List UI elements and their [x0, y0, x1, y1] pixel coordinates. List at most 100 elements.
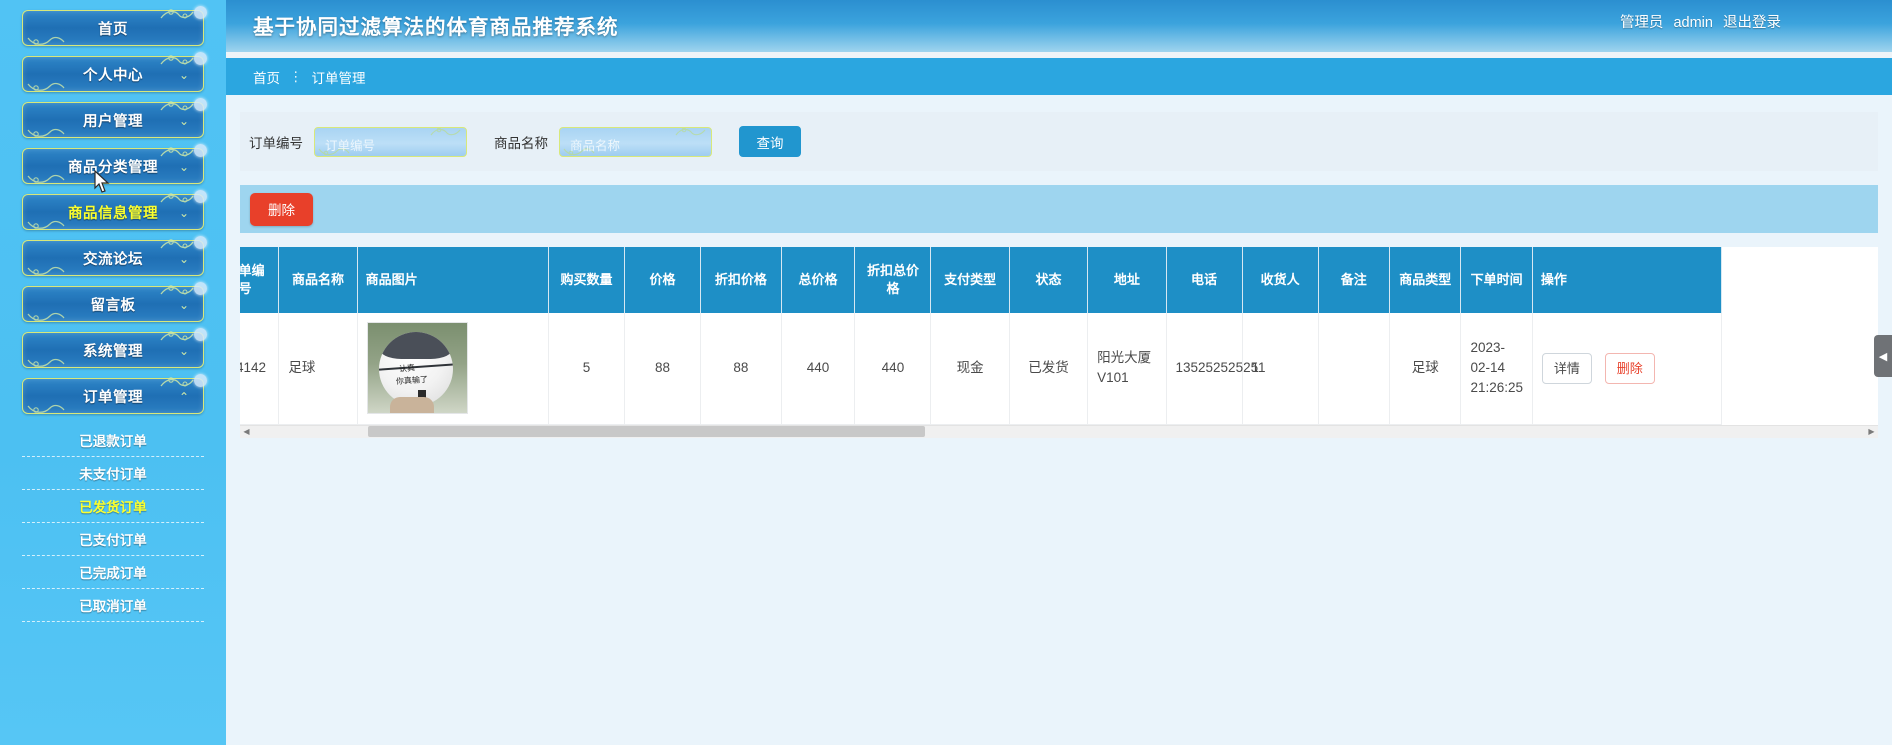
submenu-item-label: 已退款订单: [79, 434, 147, 449]
submenu-item-label: 已完成订单: [79, 566, 147, 581]
col-price[interactable]: 价格: [624, 247, 702, 313]
page-title: 基于协同过滤算法的体育商品推荐系统: [253, 16, 619, 39]
breadcrumb-current: 订单管理: [311, 70, 366, 86]
vine-ornament-icon: [160, 9, 194, 19]
user-info: 管理员 admin 退出登录: [1614, 11, 1781, 32]
sidebar-item-user-management[interactable]: 用户管理 ⌄: [22, 98, 207, 138]
col-remark[interactable]: 备注: [1318, 247, 1391, 313]
submenu-item-shipped-orders[interactable]: 已发货订单: [22, 490, 204, 523]
cell-order-no: 214142: [240, 313, 280, 425]
menu-knob: [194, 52, 207, 65]
submenu-item-label: 已取消订单: [79, 599, 147, 614]
breadcrumb-separator-icon: ⋮: [289, 68, 303, 84]
col-pay-type[interactable]: 支付类型: [930, 247, 1010, 313]
sidebar-item-label: 用户管理: [83, 113, 143, 130]
scrollbar-thumb[interactable]: [368, 426, 925, 437]
submenu-item-paid-orders[interactable]: 已支付订单: [22, 523, 204, 556]
submenu-item-refunded-orders[interactable]: 已退款订单: [22, 424, 204, 457]
col-address[interactable]: 地址: [1087, 247, 1167, 313]
cell-goods-image: 认真 你真输了: [357, 313, 549, 425]
scroll-right-arrow-icon[interactable]: ▶: [1865, 427, 1878, 436]
logout-link[interactable]: 退出登录: [1723, 15, 1781, 31]
table-scroll-viewport: 订单编号 商品名称 商品图片 购买数量 价格 折扣价格 总价格 折扣总价格 支付…: [240, 247, 1878, 425]
cell-consignee: 11: [1242, 313, 1319, 425]
delete-button[interactable]: 删除: [250, 192, 313, 226]
breadcrumb-home[interactable]: 首页: [253, 67, 280, 87]
col-operations[interactable]: 操作: [1532, 247, 1723, 313]
col-consignee[interactable]: 收货人: [1242, 247, 1319, 313]
sidebar-item-goods-category-management[interactable]: 商品分类管理 ⌄: [22, 144, 207, 184]
content-area: 订单编号 订单编号 商品名称 商品名称 查询 删除 单编号 商品名称 商品图片 …: [226, 95, 1892, 745]
cell-remark: [1318, 313, 1391, 425]
cell-total-price: 440: [781, 313, 856, 425]
col-goods-image[interactable]: 商品图片: [357, 247, 549, 313]
vine-ornament-icon: [27, 82, 65, 91]
ball-seam: [378, 363, 453, 372]
sidebar-item-label: 系统管理: [83, 343, 143, 360]
menu-knob: [194, 282, 207, 295]
sidebar-item-label: 订单管理: [83, 389, 143, 406]
scroll-left-arrow-icon[interactable]: ◀: [240, 427, 253, 436]
col-order-no[interactable]: 订单编号: [240, 247, 280, 313]
row-delete-button[interactable]: 删除: [1604, 352, 1655, 384]
orders-table: 订单编号 商品名称 商品图片 购买数量 价格 折扣价格 总价格 折扣总价格 支付…: [240, 247, 1723, 425]
basketball-photo[interactable]: 认真 你真输了: [366, 322, 468, 415]
col-total-price[interactable]: 总价格: [781, 247, 856, 313]
table-header-row: 订单编号 商品名称 商品图片 购买数量 价格 折扣价格 总价格 折扣总价格 支付…: [240, 247, 1723, 313]
vine-ornament-icon: [160, 331, 194, 341]
menu-knob: [194, 144, 207, 157]
vine-ornament-icon: [160, 239, 194, 249]
vine-ornament-icon: [27, 312, 65, 321]
horizontal-scrollbar[interactable]: ◀ ▶: [240, 424, 1878, 438]
sidebar-item-message-board[interactable]: 留言板 ⌄: [22, 282, 207, 322]
col-status[interactable]: 状态: [1009, 247, 1089, 313]
vine-ornament-icon: [160, 147, 194, 157]
submenu-item-cancelled-orders[interactable]: 已取消订单: [22, 589, 204, 622]
sidebar-item-goods-info-management[interactable]: 商品信息管理 ⌄: [22, 190, 207, 230]
menu-knob: [194, 190, 207, 203]
goods-name-input[interactable]: 商品名称: [559, 126, 712, 157]
chevron-down-icon: ⌄: [178, 68, 189, 82]
sidebar-item-home[interactable]: 首页: [22, 6, 207, 46]
sidebar-item-label: 留言板: [90, 297, 136, 314]
menu-knob: [194, 236, 207, 249]
vine-ornament-icon: [27, 404, 65, 413]
cell-pay-type: 现金: [930, 313, 1010, 425]
submenu-item-label: 已支付订单: [79, 533, 147, 548]
menu-knob: [194, 374, 207, 387]
col-goods-type[interactable]: 商品类型: [1389, 247, 1462, 313]
cell-discount-price: 88: [700, 313, 782, 425]
menu-knob: [194, 328, 207, 341]
menu-knob: [194, 6, 207, 19]
sidebar-item-order-management[interactable]: 订单管理 ⌃: [22, 374, 207, 414]
submenu-item-completed-orders[interactable]: 已完成订单: [22, 556, 204, 589]
user-name: admin: [1673, 15, 1713, 31]
sidebar-item-forum[interactable]: 交流论坛 ⌄: [22, 236, 207, 276]
col-quantity[interactable]: 购买数量: [548, 247, 625, 313]
col-phone[interactable]: 电话: [1166, 247, 1243, 313]
col-discount-total-price[interactable]: 折扣总价格: [854, 247, 932, 313]
vine-ornament-icon: [160, 193, 194, 203]
order-no-label: 订单编号: [249, 135, 303, 151]
scrollbar-track[interactable]: [253, 425, 1865, 438]
action-bar: 删除: [240, 185, 1878, 233]
vine-ornament-icon: [160, 101, 194, 111]
sidebar-item-personal-center[interactable]: 个人中心 ⌄: [22, 52, 207, 92]
vine-ornament-icon: [160, 377, 194, 387]
panel-collapse-toggle[interactable]: ◀: [1874, 335, 1892, 377]
submenu-item-unpaid-orders[interactable]: 未支付订单: [22, 457, 204, 490]
sidebar-item-system-management[interactable]: 系统管理 ⌄: [22, 328, 207, 368]
chevron-down-icon: ⌄: [178, 298, 189, 312]
order-no-input[interactable]: 订单编号: [314, 126, 467, 157]
detail-button[interactable]: 详情: [1541, 352, 1592, 384]
cell-order-time: 2023-02-14 21:26:25: [1460, 313, 1533, 425]
col-order-time[interactable]: 下单时间: [1460, 247, 1533, 313]
vine-ornament-icon: [27, 128, 65, 137]
sidebar: 首页 个人中心 ⌄ 用户管理 ⌄ 商品分类管理 ⌄ 商品信息管理 ⌄ 交流论坛 …: [0, 0, 226, 745]
chevron-up-icon: ⌃: [178, 390, 189, 404]
col-discount-price[interactable]: 折扣价格: [700, 247, 782, 313]
col-goods-name[interactable]: 商品名称: [278, 247, 358, 313]
submenu-item-label: 未支付订单: [79, 467, 147, 482]
order-submenu: 已退款订单 未支付订单 已发货订单 已支付订单 已完成订单 已取消订单: [0, 424, 226, 622]
query-button[interactable]: 查询: [739, 126, 801, 157]
